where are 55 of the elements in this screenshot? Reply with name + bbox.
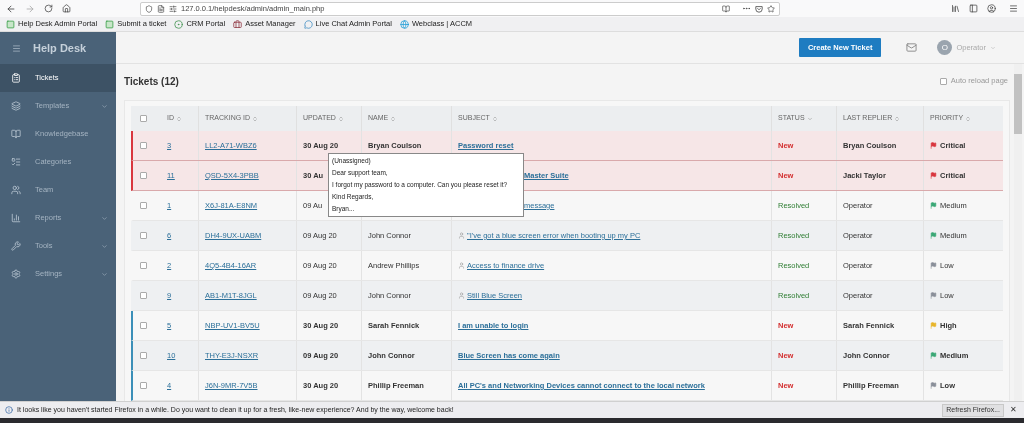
list-icon [11, 157, 21, 167]
row-checkbox[interactable] [140, 142, 147, 149]
app-title: Help Desk [33, 40, 87, 56]
chart-icon [11, 213, 21, 223]
caret-icon [990, 44, 996, 51]
chat-icon [303, 19, 313, 29]
row-checkbox[interactable] [140, 292, 147, 299]
sort-icon[interactable] [806, 115, 813, 122]
book-icon [11, 129, 21, 139]
circle-icon [174, 19, 184, 29]
clipboard-icon [11, 73, 21, 83]
sort-icon[interactable] [894, 115, 901, 122]
square-icon [6, 19, 15, 29]
row-checkbox[interactable] [140, 262, 147, 269]
layers-icon [11, 101, 21, 111]
sort-icon[interactable] [491, 115, 498, 122]
pocket-icon[interactable] [755, 4, 763, 13]
permissions-icon [169, 4, 177, 13]
sort-icon[interactable] [390, 115, 397, 122]
forward-icon[interactable] [25, 3, 35, 14]
reader-icon[interactable] [722, 4, 730, 13]
page-title: Tickets (12) [124, 74, 179, 89]
row-checkbox[interactable] [140, 202, 147, 209]
sidebar-icon[interactable] [969, 4, 978, 13]
library-icon[interactable] [951, 4, 960, 13]
briefcase-icon [233, 19, 243, 29]
select-all-checkbox[interactable] [140, 115, 147, 122]
page-icon [157, 4, 165, 13]
row-checkbox[interactable] [140, 172, 147, 179]
sort-icon[interactable] [965, 115, 972, 122]
menu-icon[interactable] [1009, 4, 1018, 13]
row-checkbox[interactable] [140, 382, 147, 389]
gear-icon [11, 269, 21, 279]
sort-icon[interactable] [176, 115, 182, 122]
shield-icon [145, 4, 153, 13]
info-icon [5, 406, 13, 414]
tools-icon [11, 241, 21, 251]
row-checkbox[interactable] [140, 232, 147, 239]
more-icon[interactable] [742, 4, 751, 13]
row-checkbox[interactable] [140, 322, 147, 329]
account-icon[interactable] [987, 4, 996, 13]
sort-icon[interactable] [252, 115, 259, 122]
home-icon[interactable] [62, 4, 71, 13]
back-icon[interactable] [6, 3, 16, 14]
globe-icon [399, 19, 409, 29]
close-button[interactable]: ✕ [1008, 404, 1019, 416]
row-checkbox[interactable] [140, 352, 147, 359]
square-icon [105, 19, 115, 29]
people-icon [11, 185, 21, 195]
star-icon[interactable] [767, 4, 775, 13]
menu-icon[interactable] [12, 43, 21, 53]
reload-icon[interactable] [44, 4, 53, 13]
sort-icon[interactable] [337, 115, 344, 122]
mail-icon[interactable] [906, 42, 918, 53]
checkbox[interactable] [939, 77, 947, 85]
